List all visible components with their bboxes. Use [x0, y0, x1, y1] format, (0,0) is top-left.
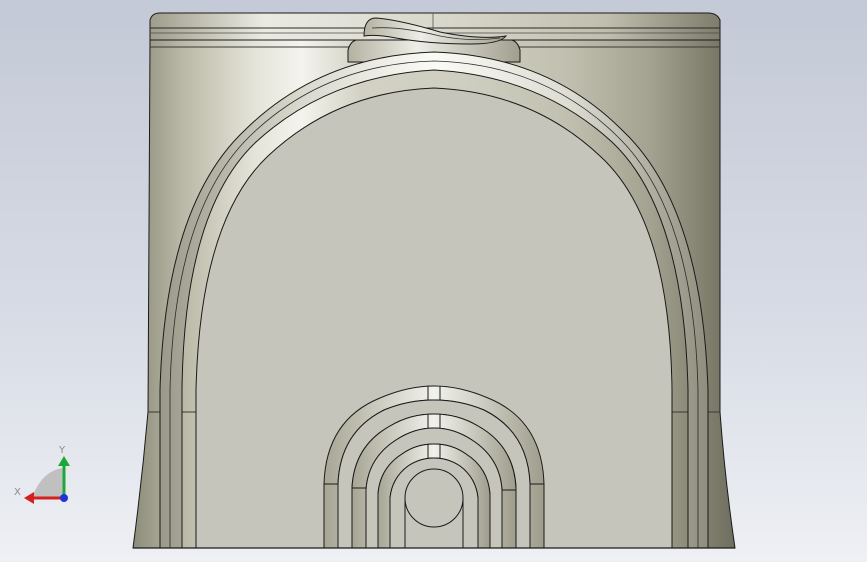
y-axis-label: Y: [58, 445, 66, 456]
part-model[interactable]: [0, 0, 867, 562]
y-axis-arrow-icon: [58, 456, 70, 466]
triad-xy-plane: [32, 468, 64, 498]
graphics-viewport[interactable]: X Y: [0, 0, 867, 562]
x-axis-label: X: [14, 487, 21, 498]
center-hole[interactable]: [404, 468, 464, 528]
z-axis-dot-icon: [60, 494, 68, 502]
x-axis-arrow-icon: [24, 492, 34, 504]
coordinate-triad[interactable]: X Y: [12, 440, 76, 508]
